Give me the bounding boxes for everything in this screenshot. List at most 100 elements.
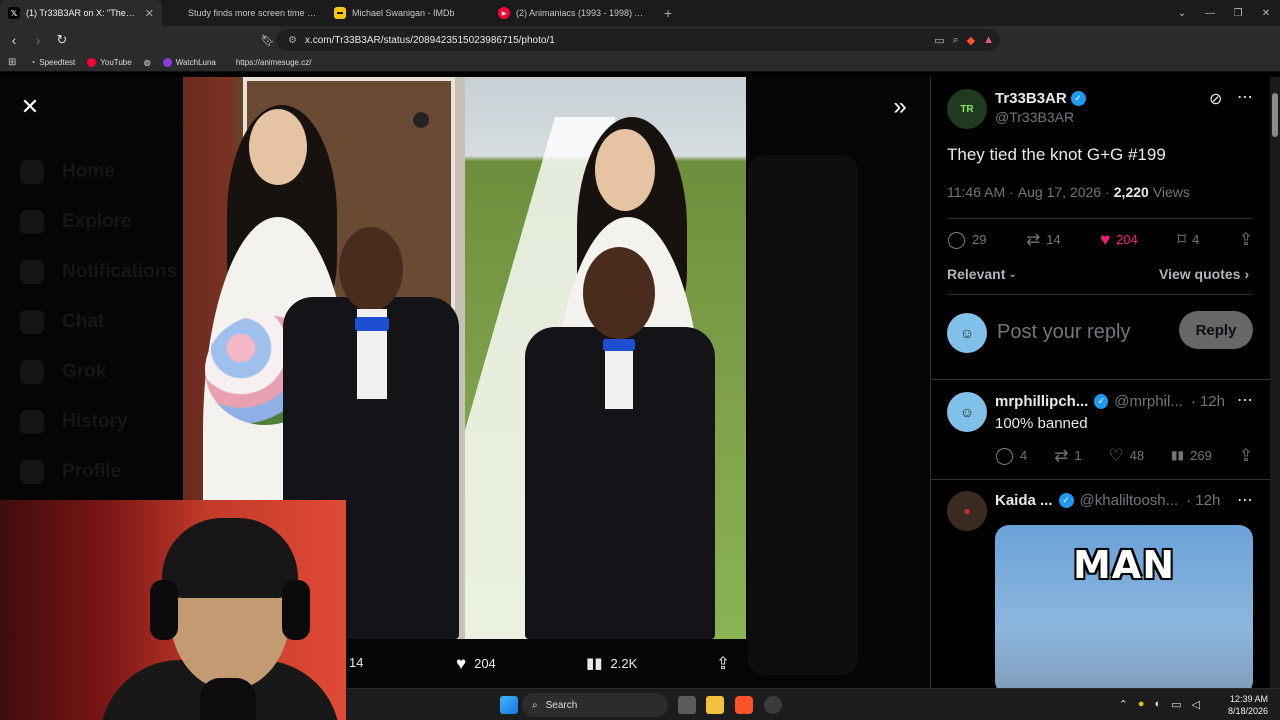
brave-rewards-icon[interactable]: ▲ (983, 34, 994, 46)
reply-media-image[interactable]: MAN (995, 525, 1253, 688)
start-menu-icon[interactable] (500, 696, 518, 714)
reply-time[interactable]: · 12h (1186, 492, 1220, 509)
close-window-icon[interactable]: ✕ (1252, 0, 1280, 26)
site-info-icon[interactable]: ⚙︎ (288, 35, 297, 46)
back-icon[interactable]: ‹ (4, 29, 24, 51)
reply-like-button[interactable]: ♡ 48 (1108, 447, 1144, 464)
reply-display-name[interactable]: Kaida ... (995, 492, 1053, 509)
author-handle[interactable]: @Tr33B3AR (995, 109, 1086, 125)
file-explorer-icon[interactable] (706, 696, 724, 714)
user-avatar[interactable]: ☺ (947, 313, 987, 353)
scrollbar-thumb[interactable] (1272, 93, 1278, 137)
apps-grid-icon[interactable]: ⊞ (8, 57, 16, 68)
background-nav: Home Explore Notifications Chat Grok His… (20, 147, 177, 497)
cast-icon[interactable]: ▭ (934, 34, 944, 47)
reply-time[interactable]: · 12h (1191, 393, 1225, 410)
reply-display-name[interactable]: mrphillipch... (995, 393, 1088, 410)
heart-outline-icon: ♡ (1108, 446, 1124, 465)
tab-imdb[interactable]: ▬ Michael Swanigan - IMDb (326, 0, 490, 26)
reply-submit-button[interactable]: Reply (1179, 311, 1253, 349)
bookmark-watchluna[interactable]: WatchLuna (162, 58, 216, 67)
more-options-icon[interactable]: ⋯ (1237, 87, 1253, 107)
tab-x-post[interactable]: 𝕏 (1) Tr33B3AR on X: "They tied th ✕ (0, 0, 162, 26)
grok-explain-icon[interactable]: ⊘ (1209, 89, 1222, 109)
reply-stats-bar: ◯ 4 ⇄ 1 ♡ 48 ▮▮ 269 ⇪ (995, 447, 1253, 464)
close-viewer-icon[interactable]: ✕ (18, 94, 42, 119)
tab-study[interactable]: Study finds more screen time can ac (162, 0, 326, 26)
tray-volume-icon[interactable]: ◐ (1154, 698, 1161, 711)
close-tab-icon[interactable]: ✕ (145, 7, 154, 20)
share-button[interactable]: ⇪ (1239, 231, 1253, 248)
nav-grok: Grok (20, 347, 177, 397)
media-share-button[interactable]: ⇪ (716, 655, 730, 672)
brave-shield-icon[interactable]: ◆ (967, 34, 975, 47)
background-card (748, 155, 858, 675)
bookmark-page-icon[interactable]: 🔖︎ (258, 29, 278, 51)
reply-input[interactable]: Post your reply (997, 321, 1167, 344)
reply-views-button[interactable]: ▮▮ 269 (1171, 447, 1212, 464)
reply-avatar[interactable]: ● (947, 491, 987, 531)
zoom-icon[interactable]: ⌕ (952, 34, 958, 47)
media-views-button[interactable]: ▮▮ 2.2K (586, 655, 637, 672)
reply-retweet-button[interactable]: ⇄ 1 (1054, 447, 1081, 464)
reply-reply-count: 4 (1020, 448, 1028, 463)
reply-handle[interactable]: @mrphil... (1114, 393, 1183, 410)
bookmark-label: Speedtest (39, 58, 76, 67)
bookmark-globe[interactable]: ◍ (144, 58, 151, 67)
nav-home: Home (20, 147, 177, 197)
reload-icon[interactable]: ↻ (52, 29, 72, 51)
author-display-name[interactable]: Tr33B3AR (995, 90, 1067, 107)
tray-network-icon[interactable]: ▭ (1171, 698, 1181, 711)
bookmark-youtube[interactable]: YouTube (87, 58, 132, 67)
like-button[interactable]: ♥ 204 (1100, 231, 1138, 248)
bookmark-button[interactable]: ⌑ 4 (1177, 231, 1199, 248)
tray-overflow-icon[interactable]: ⌃ (1119, 698, 1128, 711)
post-time[interactable]: 11:46 AM (947, 184, 1005, 200)
obs-icon[interactable] (764, 696, 782, 714)
views-icon: ▮▮ (586, 655, 603, 672)
bow-tie (355, 317, 389, 331)
media-action-bar: 14 ♥ 204 ▮▮ 2.2K ⇪ (346, 639, 930, 688)
taskbar-clock[interactable]: 12:39 AM 8/18/2026 (1228, 693, 1268, 717)
sort-replies-dropdown[interactable]: Relevant ⌄ (947, 266, 1017, 282)
reply-share-icon[interactable]: ⇪ (1239, 447, 1253, 464)
reply-more-icon[interactable]: ⋯ (1237, 490, 1253, 510)
bookmark-label: YouTube (100, 58, 132, 67)
bride-face (249, 109, 307, 185)
view-quotes-link[interactable]: View quotes › (1159, 266, 1249, 282)
reply-more-icon[interactable]: ⋯ (1237, 390, 1253, 410)
reply-handle[interactable]: @khaliltoosh... (1080, 492, 1179, 509)
reply-avatar[interactable]: ☺ (947, 392, 987, 432)
bookmark-speedtest[interactable]: ◔ Speedtest (30, 58, 75, 67)
page-scrollbar[interactable] (1270, 77, 1280, 688)
reply-header: mrphillipch... ✓ @mrphil... · 12h (995, 393, 1225, 410)
tray-speaker-icon[interactable]: ◁ (1192, 698, 1200, 711)
media-like-button[interactable]: ♥ 204 (456, 655, 496, 672)
tab-search-icon[interactable]: ⌄ (1168, 0, 1196, 26)
maximize-icon[interactable]: ❐ (1224, 0, 1252, 26)
window-controls: ⌄ — ❐ ✕ (1168, 0, 1280, 26)
taskbar-search[interactable]: ⌕ Search (522, 693, 668, 717)
brave-browser-icon[interactable] (735, 696, 753, 714)
reply-count: 29 (972, 232, 987, 247)
reply-reply-button[interactable]: ◯ 4 (995, 447, 1027, 464)
post-date[interactable]: Aug 17, 2026 (1018, 184, 1101, 200)
retweet-button[interactable]: ⇄ 14 (1026, 231, 1061, 248)
tab-youtube[interactable]: ▶ (2) Animaniacs (1993 - 1998) All Intr (490, 0, 654, 26)
forward-icon[interactable]: › (28, 29, 48, 51)
reply-header: Kaida ... ✓ @khaliltoosh... · 12h (995, 492, 1225, 509)
minimize-icon[interactable]: — (1196, 0, 1224, 26)
headphones-left (150, 580, 178, 640)
address-bar[interactable]: ⚙︎ x.com/Tr33B3AR/status/208942351502398… (276, 29, 1000, 51)
bookmark-animesuge[interactable]: https://animesuge.cz/ (236, 58, 312, 67)
nav-chat: Chat (20, 297, 177, 347)
expand-sidebar-icon[interactable]: » (886, 93, 914, 121)
tray-mic-icon[interactable]: ● (1138, 698, 1145, 711)
reply-button[interactable]: ◯ 29 (947, 231, 987, 248)
author-block: Tr33B3AR ✓ @Tr33B3AR (995, 90, 1086, 125)
author-avatar[interactable]: TR (947, 89, 987, 129)
media-retweet-button[interactable]: 14 (349, 655, 363, 670)
tab-strip: 𝕏 (1) Tr33B3AR on X: "They tied th ✕ Stu… (0, 0, 1280, 26)
task-view-icon[interactable] (678, 696, 696, 714)
new-tab-icon[interactable]: + (654, 0, 682, 26)
